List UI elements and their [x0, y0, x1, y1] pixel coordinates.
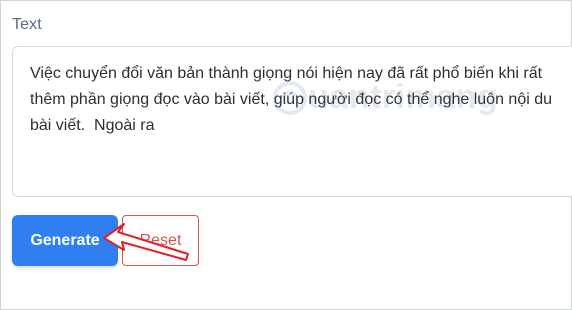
- text-input[interactable]: Việc chuyển đổi văn bản thành giọng nói …: [12, 46, 572, 197]
- generate-button[interactable]: Generate: [12, 215, 118, 266]
- text-label: Text: [12, 16, 42, 33]
- text-input-value: Việc chuyển đổi văn bản thành giọng nói …: [30, 65, 553, 134]
- reset-button[interactable]: Reset: [122, 215, 199, 266]
